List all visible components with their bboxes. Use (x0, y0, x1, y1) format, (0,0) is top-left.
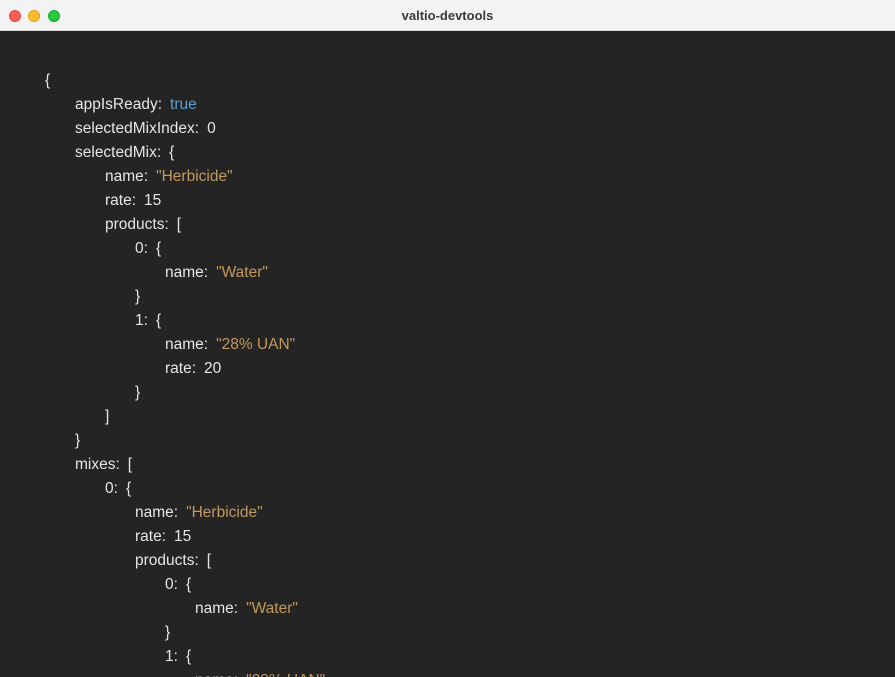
tree-bracket: ] (105, 408, 110, 425)
tree-line: name: "Herbicide" (135, 501, 263, 525)
tree-key: products: (135, 552, 199, 569)
tree-key: selectedMixIndex: (75, 120, 200, 137)
tree-bracket: } (135, 288, 141, 305)
tree-key: 0: (165, 576, 178, 593)
devtools-window: valtio-devtools { appIsReady: true selected… (0, 0, 895, 677)
tree-value: "Herbicide" (156, 168, 233, 185)
tree-line: 0: { (105, 477, 131, 501)
tree-bracket: { (155, 240, 162, 257)
tree-key: rate: (135, 528, 167, 545)
tree-line: products: [ (105, 213, 181, 237)
tree-bracket: { (185, 576, 192, 593)
tree-line: rate: 15 (135, 525, 191, 549)
tree-bracket: } (165, 624, 171, 641)
tree-bracket: { (125, 480, 132, 497)
tree-value: 20 (204, 360, 222, 377)
tree-line: name: "Water" (195, 597, 298, 621)
tree-value: "Herbicide" (186, 504, 263, 521)
tree-line: name: "Herbicide" (105, 165, 233, 189)
tree-key: selectedMix: (75, 144, 162, 161)
tree-line: 0: { (165, 573, 191, 597)
tree-value: "28% UAN" (216, 336, 296, 353)
tree-line: selectedMix: { (75, 141, 174, 165)
tree-key: mixes: (75, 456, 120, 473)
tree-line: mixes: [ (75, 453, 132, 477)
window-title: valtio-devtools (401, 8, 494, 23)
tree-bracket: } (135, 384, 141, 401)
tree-value: 15 (174, 528, 192, 545)
tree-value: "Water" (216, 264, 268, 281)
tree-value: "Water" (246, 600, 298, 617)
tree-key: appIsReady: (75, 96, 163, 113)
tree-value: "28% UAN" (246, 672, 325, 677)
tree-line: } (165, 621, 170, 645)
tree-line: rate: 15 (105, 189, 161, 213)
tree-key: 0: (135, 240, 148, 257)
tree-bracket: { (45, 72, 51, 89)
tree-line: } (135, 285, 140, 309)
tree-value: 0 (207, 120, 216, 137)
tree-key: name: (165, 336, 209, 353)
tree-key: 0: (105, 480, 118, 497)
tree-key: products: (105, 216, 169, 233)
tree-bracket: [ (206, 552, 212, 569)
tree-line: 1: { (165, 645, 191, 669)
tree-line: rate: 20 (165, 357, 221, 381)
tree-line: name: "Water" (165, 261, 268, 285)
tree-key: name: (195, 672, 238, 677)
tree-bracket: { (169, 144, 175, 161)
tree-line: name: "28% UAN" (195, 669, 325, 677)
tree-key: name: (195, 600, 239, 617)
tree-line: } (135, 381, 140, 405)
tree-line: products: [ (135, 549, 211, 573)
tree-key: 1: (135, 312, 148, 329)
tree-line: name: "28% UAN" (165, 333, 295, 357)
tree-key: name: (105, 168, 149, 185)
tree-key: name: (135, 504, 179, 521)
tree-bracket: } (75, 432, 81, 449)
tree-line: { (45, 69, 50, 93)
tree-bracket: { (155, 312, 162, 329)
tree-value: 15 (144, 192, 162, 209)
tree-key: name: (165, 264, 209, 281)
tree-key: rate: (105, 192, 137, 209)
tree-line: ] (105, 405, 109, 429)
tree-value: true (170, 96, 197, 113)
tree-bracket: [ (127, 456, 133, 473)
tree-bracket: [ (176, 216, 182, 233)
tree-line: appIsReady: true (75, 93, 197, 117)
tree-line: selectedMixIndex: 0 (75, 117, 216, 141)
tree-bracket: { (185, 648, 192, 665)
tree-key: 1: (165, 648, 178, 665)
tree-key: rate: (165, 360, 197, 377)
tree-line: 1: { (135, 309, 161, 333)
title-bar[interactable]: valtio-devtools (0, 0, 895, 31)
tree-line: } (75, 429, 80, 453)
tree-line: 0: { (135, 237, 161, 261)
state-tree-view[interactable]: {appIsReady: true selectedMixIndex: 0 select… (0, 31, 895, 677)
